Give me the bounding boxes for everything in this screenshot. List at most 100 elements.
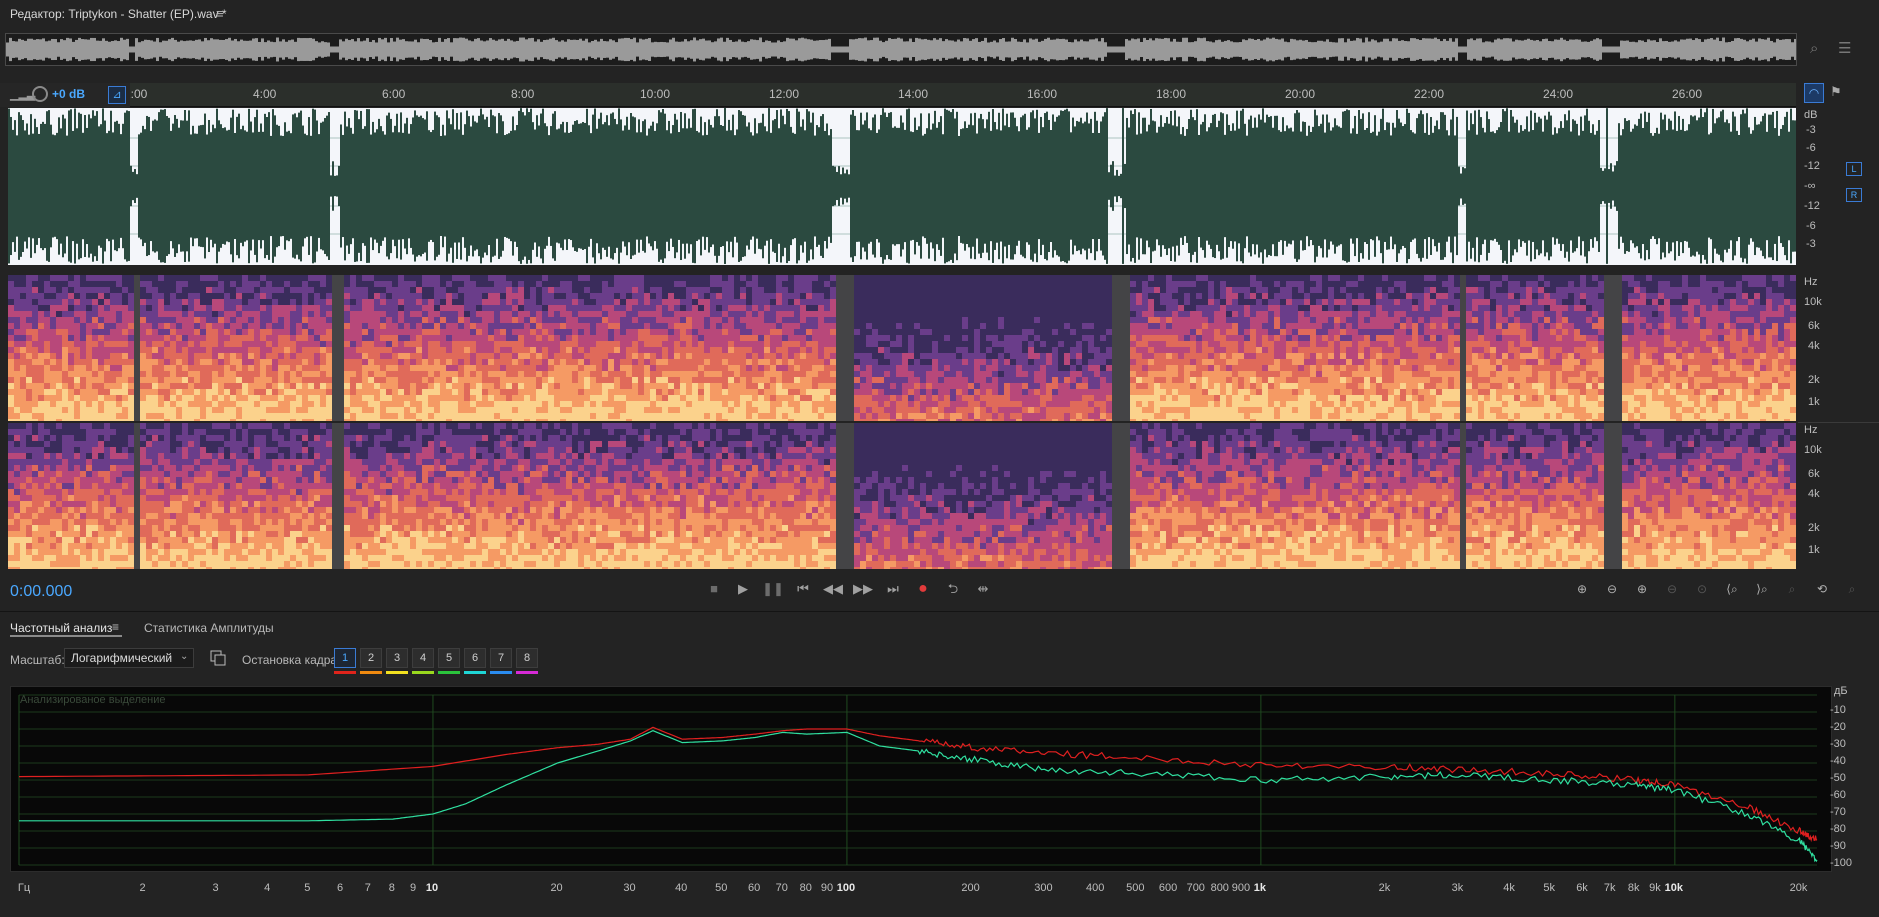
overview-bar [1245, 40, 1248, 59]
waveform-bar [1032, 110, 1034, 262]
spectrogram-cell [56, 401, 62, 407]
spectrogram-cell [776, 341, 782, 347]
spectrogram-cell [224, 401, 230, 407]
spectrogram-cell [62, 383, 68, 389]
spectrogram-cell [464, 287, 470, 293]
spectrogram-cell [794, 299, 800, 305]
spectrogram-cell [770, 299, 776, 305]
overview-bar [396, 37, 399, 62]
waveform-bar [112, 132, 114, 240]
waveform-bar [460, 112, 462, 260]
waveform-bar [520, 108, 522, 264]
spectrogram-cell [428, 365, 434, 371]
panel-menu-icon[interactable]: ≡ [216, 6, 224, 21]
waveform-bar [1310, 131, 1312, 241]
spectrogram-cell [392, 359, 398, 365]
spectrogram-cell [86, 359, 92, 365]
spectrogram-cell [194, 347, 200, 353]
overview-bar [282, 39, 285, 60]
spectrogram-cell [212, 311, 218, 317]
spectrogram-cell [728, 299, 734, 305]
channel-right-toggle[interactable]: R [1846, 188, 1862, 202]
overview-bar [1677, 41, 1680, 58]
time-ruler[interactable]: 2:00 4:00 6:00 8:00 10:00 12:00 14:00 16:00 18:0… [0, 83, 1796, 107]
overview-bar [1083, 41, 1086, 58]
spectrogram-cell [242, 419, 248, 421]
spectrogram-cell [506, 347, 512, 353]
spectrogram-cell [704, 419, 710, 421]
spectrogram-cell [770, 311, 776, 317]
spectrogram-cell [50, 395, 56, 401]
waveform-bar [1006, 113, 1008, 259]
spectrogram-cell [140, 299, 146, 305]
spectrogram-cell [326, 359, 332, 365]
spectrogram-cell [290, 389, 296, 395]
zoom-icon[interactable]: ⌕ [1810, 40, 1818, 57]
spectrogram-cell [260, 413, 266, 419]
spectrogram-cell [344, 383, 350, 389]
overview-bar [1215, 40, 1218, 59]
waveform-bar [318, 134, 320, 238]
gain-knob[interactable] [32, 86, 48, 102]
spectrogram-cell [224, 335, 230, 341]
spectrogram-cell [158, 299, 164, 305]
spectrogram-cell [230, 353, 236, 359]
spectrogram-cell [734, 389, 740, 395]
spectrogram-cell [368, 413, 374, 419]
overview-bar [135, 38, 138, 61]
spectrogram-cell [818, 359, 824, 365]
spectrogram-cell [668, 335, 674, 341]
channel-left-toggle[interactable]: L [1846, 162, 1862, 176]
overview-navigator[interactable] [5, 33, 1797, 66]
spectrogram-cell [500, 395, 506, 401]
waveform-bar [1360, 118, 1362, 254]
spectrogram-left-channel[interactable] [8, 275, 1796, 421]
headphones-icon[interactable]: ◠ [1804, 83, 1824, 103]
spectrogram-cell [374, 383, 380, 389]
spectrogram-cell [116, 347, 122, 353]
spectrogram-cell [128, 281, 134, 287]
overview-bar [1749, 39, 1752, 60]
waveform-bar [1496, 130, 1498, 242]
spectrogram-cell [92, 275, 98, 281]
spectrogram-cell [470, 299, 476, 305]
waveform-svg [8, 108, 1796, 265]
spectrogram-cell [512, 371, 518, 377]
overview-bar [78, 37, 81, 62]
overview-bar [36, 39, 39, 60]
marker-icon[interactable]: ⚑ [1830, 84, 1842, 100]
pin-icon[interactable]: ⊿ [108, 86, 126, 104]
spectrogram-cell [596, 413, 602, 419]
spectrogram-cell [122, 305, 128, 311]
waveform-bar [130, 165, 132, 207]
waveform-bar [580, 123, 582, 249]
spectrogram-cell [824, 395, 830, 401]
layout-icon[interactable]: ☰ [1838, 39, 1851, 57]
waveform-bar [1720, 111, 1722, 261]
overview-bar [330, 46, 333, 53]
spectrogram-cell [500, 341, 506, 347]
overview-bar [192, 40, 195, 59]
waveform-bar [1038, 132, 1040, 240]
waveform-bar [1212, 114, 1214, 258]
spectrogram-cell [254, 281, 260, 287]
spectrogram-cell [86, 305, 92, 311]
spectrogram-cell [338, 395, 344, 401]
waveform-bar [1324, 132, 1326, 240]
overview-bar [1659, 38, 1662, 61]
spectrogram-cell [596, 311, 602, 317]
spectrogram-cell [626, 287, 632, 293]
spectrogram-cell [752, 311, 758, 317]
spectrogram-cell [698, 389, 704, 395]
overview-bar [975, 38, 978, 61]
spectrogram-cell [500, 293, 506, 299]
waveform-display[interactable] [8, 108, 1796, 265]
spectrogram-cell [170, 323, 176, 329]
spectrogram-cell [200, 275, 206, 281]
spectrogram-cell [50, 341, 56, 347]
spectrogram-cell [818, 377, 824, 383]
spectrogram-cell [704, 329, 710, 335]
spectrogram-cell [242, 323, 248, 329]
overview-bar [822, 40, 825, 59]
time-tick-label: 18:00 [1156, 87, 1187, 101]
